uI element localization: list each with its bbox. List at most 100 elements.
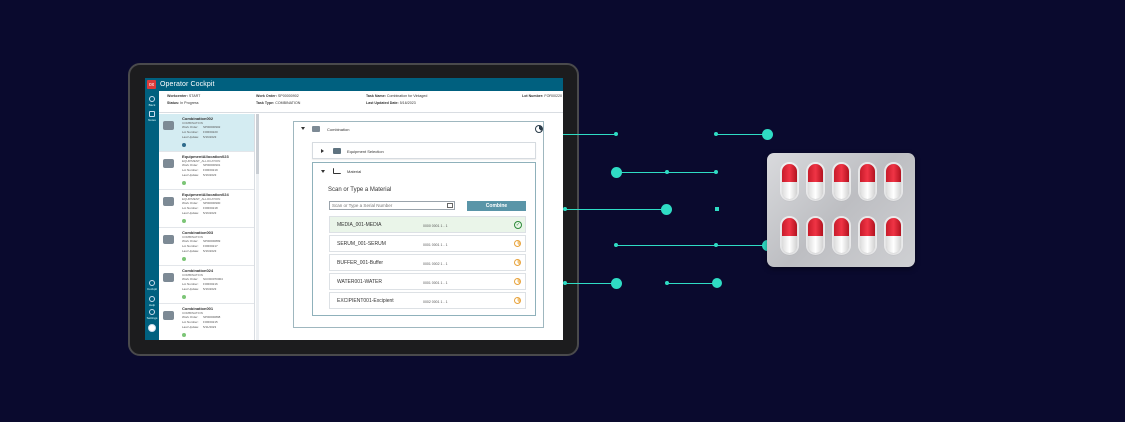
material-row[interactable]: BUFFER_001-Buffer 0001 0002 1 - 1 [329,254,526,271]
worklist-item-lot-number: Lot Number: FOR00217 [182,244,218,248]
connector-dot [714,243,718,247]
connector-line [616,245,766,246]
connector-node [661,204,672,215]
connector-dot [714,170,718,174]
worklist-item[interactable]: Combination003 COMBINATION Work Order: SP00… [159,228,254,266]
task-icon [163,197,174,206]
task-icon [163,311,174,320]
workcenter-field: Workcenter: START [167,94,201,98]
connector-line [565,283,615,284]
capsule-pill [782,164,797,199]
connector-node [762,129,773,140]
task-icon [163,235,174,244]
rail-label: Settings [146,316,158,320]
status-indicator-icon [182,143,186,147]
material-row[interactable]: WATER001-WATER 0001 0001 1 - 1 [329,273,526,290]
worklist-item[interactable]: EquipmentAllocation023 EQUIPMENT_ALLOCATI… [159,152,254,190]
material-name: BUFFER_001-Buffer [337,260,384,266]
left-rail: Back Notes Cockpit Help Settings [145,91,159,340]
notes-icon [149,111,155,117]
material-quantity: 0002 0001 1 - 1 [423,300,448,304]
worklist-item-last-update: Last Update: 5/16/2023 [182,211,217,215]
last-updated-field: Last Updated Date: 5/16/2023 [366,101,416,105]
rail-notes-button[interactable]: Notes [146,111,158,125]
material-name: SERUM_001-SERUM [337,241,386,247]
connector-line [716,134,768,135]
pending-status-icon [514,297,521,304]
task-icon [163,159,174,168]
material-row[interactable]: EXCIPIENT001-Excipient 0002 0001 1 - 1 [329,292,526,309]
material-name: WATER001-WATER [337,279,383,285]
capsule-pill [834,164,849,199]
capsule-pill [886,164,901,199]
connector-dot [614,132,618,136]
task-info-bar: Workcenter: START Status: In Progress Wo… [159,91,563,113]
chevron-down-icon[interactable] [301,127,305,130]
rail-help-button[interactable]: Help [146,296,158,310]
chevron-down-icon[interactable] [321,170,325,173]
worklist-item-lot-number: Lot Number: FOR00218 [182,206,218,210]
rail-cockpit-button[interactable]: Cockpit [146,280,158,294]
material-label: Material [347,169,362,174]
combination-icon [312,126,320,132]
status-indicator-icon [182,219,186,223]
capsule-pill [860,164,875,199]
status-indicator-icon [182,181,186,185]
equipment-icon [333,148,341,154]
back-icon [149,96,155,102]
settings-icon [149,309,155,315]
worklist-item-work-order: Work Order: SP00000902 [182,125,221,129]
check-circle-icon: ✓ [514,221,522,229]
material-row[interactable]: MEDIA_001-MEDIA 0000 0001 1 - 1 ✓ [329,216,526,233]
capsule-pill [834,218,849,253]
worklist-item-lot-number: Lot Number: FOR00215 [182,320,218,324]
user-avatar-icon [148,324,156,332]
task-name-field: Task Name: Combination for Vintaged [366,94,428,98]
capsule-pill [808,164,823,199]
combination-header[interactable]: Combination [294,122,543,136]
worklist-item-last-update: Last Update: 5/16/2023 [182,287,217,291]
worklist-item-last-update: Last Update: 5/16/2023 [182,249,217,253]
worklist-item[interactable]: Combination024 COMBINATION Work Order: SCO0… [159,266,254,304]
app-screen: ox Operator Cockpit Back Notes Cockpit H… [145,78,563,340]
help-icon [149,296,155,302]
barcode-icon[interactable] [447,203,453,208]
connector-line [565,209,666,210]
connector-dot [665,170,669,174]
combination-title: Combination [327,127,350,132]
worklist-item-work-order: Work Order: SP00000900 [182,201,221,205]
cockpit-icon [149,280,155,286]
serial-number-input[interactable] [329,201,455,210]
task-main-area: Combination Equipment Selection Material… [260,114,563,340]
capsule-pill [886,218,901,253]
scrollbar-thumb[interactable] [256,114,259,174]
material-row[interactable]: SERUM_001-SERUM 0001 0001 1 - 1 [329,235,526,252]
worklist-item[interactable]: Combination001 COMBINATION Work Order: SP00… [159,304,254,340]
connector-line [667,283,717,284]
capsule-pill [808,218,823,253]
material-quantity: 0001 0002 1 - 1 [423,262,448,266]
combine-button[interactable]: Combine [467,201,526,211]
worklist-item[interactable]: Combination002 COMBINATION Work Order: SP00… [159,114,254,152]
pending-status-icon [514,278,521,285]
rail-user-button[interactable] [146,324,158,338]
worklist-item-work-order: Work Order: SP00000898 [182,315,221,319]
rail-label: Cockpit [146,287,157,291]
pill-blister-pack [767,153,915,267]
task-type-field: Task Type: COMBINATION [256,101,301,105]
rail-settings-button[interactable]: Settings [146,309,158,323]
worklist-item-work-order: Work Order: SP00000899 [182,239,221,243]
worklist-item-last-update: Last Update: 5/16/2023 [182,173,217,177]
equipment-selection-label: Equipment Selection [347,149,384,154]
worklist-scrollbar[interactable] [256,114,259,340]
connector-square [715,207,719,211]
title-bar: ox Operator Cockpit [145,78,563,91]
rail-back-button[interactable]: Back [146,96,158,110]
worklist-item[interactable]: EquipmentAllocation024 EQUIPMENT_ALLOCATI… [159,190,254,228]
material-name: EXCIPIENT001-Excipient [337,298,394,304]
worklist-item-work-order: Work Order: SCO00070004 [182,277,223,281]
worklist-item-last-update: Last Update: 5/16/2023 [182,135,217,139]
equipment-selection-panel[interactable]: Equipment Selection [312,142,536,159]
app-logo: ox [147,80,156,89]
chevron-right-icon[interactable] [321,149,324,153]
